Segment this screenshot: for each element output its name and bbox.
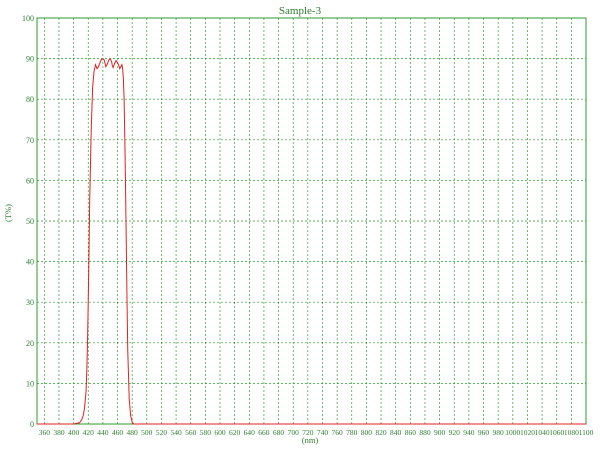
- chart-title: Sample-3: [279, 5, 322, 17]
- y-tick-label: 90: [26, 55, 34, 64]
- x-tick-label: 760: [331, 428, 343, 437]
- y-tick-label: 20: [26, 339, 34, 348]
- x-tick-label: 820: [375, 428, 387, 437]
- y-tick-label: 50: [26, 217, 34, 226]
- x-tick-label: 860: [405, 428, 417, 437]
- x-tick-label: 1080: [564, 428, 579, 437]
- x-tick-label: 620: [229, 428, 241, 437]
- x-tick-label: 960: [478, 428, 490, 437]
- x-tick-label: 840: [390, 428, 402, 437]
- x-tick-label: 420: [83, 428, 95, 437]
- x-tick-label: 880: [419, 428, 431, 437]
- x-tick-label: 660: [258, 428, 270, 437]
- x-tick-label: 1000: [505, 428, 520, 437]
- y-tick-label: 40: [26, 258, 34, 267]
- x-tick-label: 460: [112, 428, 124, 437]
- x-tick-label: 980: [493, 428, 505, 437]
- x-tick-label: 560: [185, 428, 197, 437]
- x-tick-label: 380: [53, 428, 65, 437]
- x-tick-label: 360: [39, 428, 51, 437]
- x-tick-label: 500: [141, 428, 153, 437]
- x-tick-label: 920: [449, 428, 461, 437]
- x-tick-label: 1060: [549, 428, 564, 437]
- y-axis-label: (T%): [3, 204, 13, 222]
- transmittance-curve: [37, 57, 586, 425]
- y-tick-label: 0: [30, 420, 34, 429]
- y-tick-labels: 0 10 20 30 40 50 60 70 80 90 100: [22, 14, 34, 429]
- y-tick-label: 30: [26, 298, 34, 307]
- x-tick-label: 940: [463, 428, 475, 437]
- y-tick-label: 60: [26, 176, 34, 185]
- chart-container: Sample-3 0 10 20 30 40 50 60 70 80 90 100 360 380 40…: [0, 0, 600, 450]
- x-tick-label: 1020: [520, 428, 535, 437]
- x-tick-label: 1040: [535, 428, 550, 437]
- x-tick-label: 480: [127, 428, 139, 437]
- x-tick-label: 640: [244, 428, 256, 437]
- y-tick-label: 100: [22, 14, 34, 23]
- x-tick-label: 900: [434, 428, 446, 437]
- x-tick-label: 400: [68, 428, 80, 437]
- x-tick-label: 540: [170, 428, 182, 437]
- transmittance-chart: Sample-3 0102030405060708090100 360 380 40…: [3, 5, 594, 445]
- y-tick-label: 70: [26, 136, 34, 145]
- x-tick-label: 440: [97, 428, 109, 437]
- x-tick-label: 800: [361, 428, 373, 437]
- x-tick-label: 520: [156, 428, 168, 437]
- plot-frame: [36, 17, 587, 425]
- grid-layer: [37, 18, 586, 424]
- x-axis-label: (nm): [302, 435, 319, 445]
- x-tick-label: 600: [214, 428, 226, 437]
- x-tick-label: 780: [346, 428, 358, 437]
- x-tick-label: 680: [273, 428, 285, 437]
- y-tick-label: 10: [26, 379, 34, 388]
- y-tick-label: 80: [26, 95, 34, 104]
- x-tick-label: 580: [200, 428, 212, 437]
- x-tick-label: 1100: [579, 428, 594, 437]
- x-tick-label: 740: [317, 428, 329, 437]
- x-tick-label: 700: [288, 428, 300, 437]
